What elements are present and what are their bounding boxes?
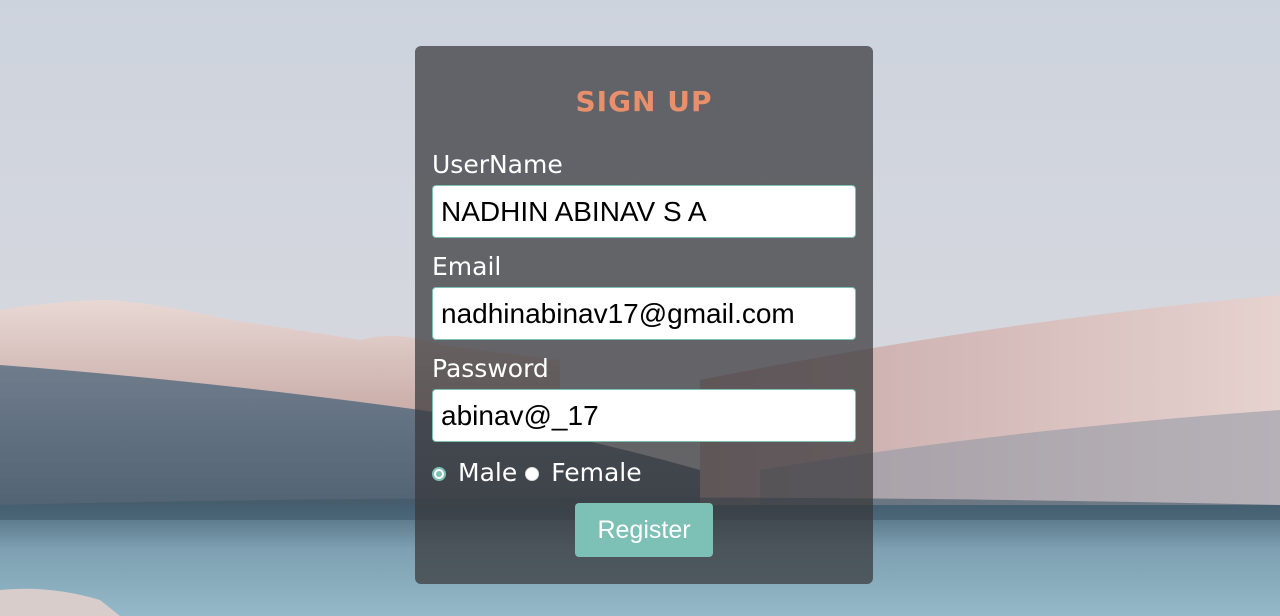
signup-card: SIGN UP UserName Email Password Male Fem… <box>415 46 873 584</box>
male-label: Male <box>458 457 518 487</box>
gender-radio-group: Male Female <box>432 457 650 487</box>
email-input[interactable] <box>432 287 856 340</box>
username-label: UserName <box>432 150 563 179</box>
register-button[interactable]: Register <box>575 503 713 557</box>
username-input[interactable] <box>432 185 856 238</box>
page-title: SIGN UP <box>575 85 713 118</box>
password-label: Password <box>432 354 549 383</box>
female-label: Female <box>551 457 642 487</box>
password-input[interactable] <box>432 389 856 442</box>
female-radio[interactable] <box>525 467 540 481</box>
email-label: Email <box>432 252 502 281</box>
male-radio[interactable] <box>432 467 446 481</box>
